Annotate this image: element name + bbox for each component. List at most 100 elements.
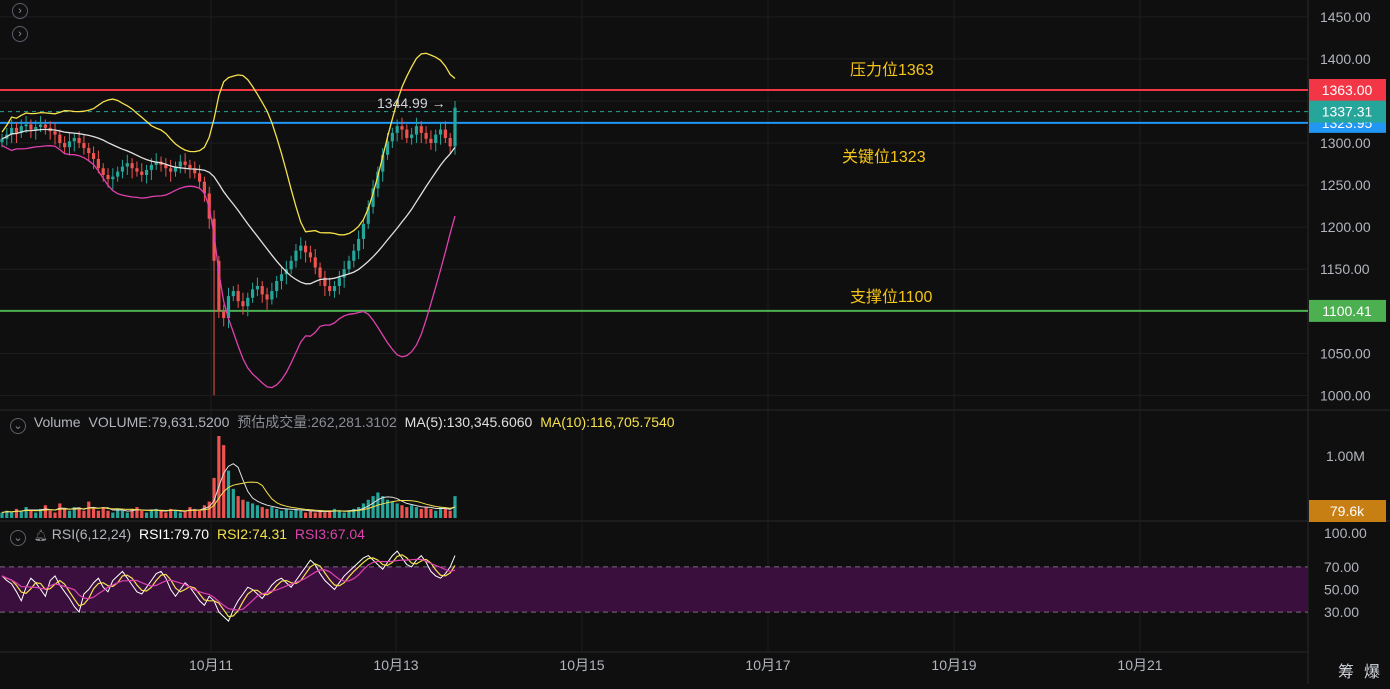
candle-body — [443, 129, 447, 138]
volume-bar — [424, 507, 428, 518]
volume-bar — [284, 508, 288, 518]
rsi-name: RSI(6,12,24) — [51, 526, 132, 542]
volume-bar — [77, 508, 81, 518]
rsi-legend: ⌄ 🔔︎ RSI(6,12,24) RSI1:79.70 RSI2:74.31 … — [10, 526, 369, 546]
volume-bar — [43, 505, 47, 518]
price-tick-label: 1050.00 — [1320, 345, 1371, 361]
candle-body — [255, 286, 260, 290]
price-chart[interactable]: 1450.00 1400.00 1300.00 1250.00 1200.00 1150.… — [0, 0, 1390, 684]
candle-body — [337, 277, 341, 287]
chart-stage[interactable]: 1450.00 1400.00 1300.00 1250.00 1200.00 1150.… — [0, 0, 1390, 684]
candle-body — [400, 126, 404, 130]
chevron-right-circle-icon[interactable]: › — [12, 26, 28, 42]
bell-icon[interactable]: 🔔︎ — [34, 530, 48, 542]
candle-body — [135, 168, 139, 172]
candle-body — [390, 132, 394, 142]
time-tick-label: 10月15 — [559, 657, 604, 673]
candle-body — [140, 171, 144, 175]
volume-bar — [140, 510, 144, 518]
volume-legend: ⌄ Volume VOLUME:79,631.5200 预估成交量:262,28… — [10, 414, 679, 434]
candle-body — [265, 294, 269, 300]
candle-body — [125, 163, 129, 167]
volume-bar — [289, 510, 293, 518]
volume-bar — [299, 510, 303, 518]
candle-body — [241, 301, 245, 307]
volume-bar — [260, 507, 264, 518]
price-tick-label: 1250.00 — [1320, 177, 1371, 193]
candle-body — [361, 223, 366, 239]
volume-bar — [135, 507, 139, 518]
volume-bar — [347, 510, 351, 518]
chevron-down-circle-icon[interactable]: ⌄ — [10, 530, 26, 546]
high-marker-value: 1344.99 — [377, 95, 428, 111]
chevron-down-circle-icon[interactable]: ⌄ — [10, 418, 26, 434]
candle-body — [352, 250, 356, 261]
volume-bar — [250, 503, 255, 518]
volume-bar — [246, 501, 250, 518]
candle-body — [294, 250, 298, 261]
volume-bar — [381, 496, 385, 518]
time-tick-label: 10月19 — [931, 657, 976, 673]
volume-bar — [106, 510, 110, 518]
candle-body — [289, 260, 293, 270]
volume-bar — [29, 510, 33, 518]
candle-body — [236, 291, 240, 302]
volume-bar — [149, 510, 153, 518]
candle-body — [332, 286, 337, 292]
candle-body — [106, 174, 110, 180]
volume-bar — [120, 510, 125, 518]
volume-ma10: MA(10):116,705.7540 — [540, 414, 675, 430]
candle-body — [419, 126, 423, 133]
volume-bar — [0, 512, 4, 518]
candle-body — [448, 137, 452, 147]
candle-body — [0, 138, 4, 143]
key-annotation: 关键位1323 — [842, 149, 926, 166]
volume-bar — [236, 496, 240, 518]
candle-body — [178, 161, 182, 167]
volume-bar — [313, 512, 317, 518]
volume-bar — [443, 508, 447, 518]
candle-body — [77, 137, 81, 144]
volume-bar — [255, 505, 260, 518]
volume-bar — [342, 512, 346, 518]
volume-bar — [24, 507, 28, 518]
candle-body — [250, 289, 255, 298]
volume-bar — [91, 508, 96, 518]
candle-body — [24, 124, 28, 127]
candle-body — [424, 132, 428, 139]
volume-bar — [429, 508, 433, 518]
volume-bar — [279, 510, 284, 518]
volume-ma5: MA(5):130,345.6060 — [404, 414, 533, 430]
time-tick-label: 10月17 — [745, 657, 790, 673]
volume-bar — [332, 508, 337, 518]
volume-last-label-text: 79.6k — [1330, 503, 1365, 519]
candle-body — [438, 129, 443, 135]
candle-body — [270, 291, 274, 300]
candle-body — [87, 148, 91, 154]
candle-body — [67, 141, 72, 148]
candle-body — [357, 238, 361, 251]
chevron-right-circle-icon[interactable]: › — [12, 3, 28, 19]
volume-bar — [270, 507, 274, 518]
candle-body — [304, 245, 308, 253]
volume-bar — [265, 508, 269, 518]
volume-bar — [241, 499, 245, 518]
resistance-price-label-text: 1363.00 — [1322, 82, 1373, 98]
volume-bar — [390, 501, 394, 518]
candle-body — [453, 107, 457, 147]
candle-body — [169, 168, 173, 172]
burst-button[interactable]: 爆 — [1364, 658, 1380, 682]
candle-body — [101, 168, 105, 175]
volume-bar — [183, 510, 187, 518]
candle-body — [395, 126, 399, 133]
volume-bar — [144, 512, 149, 518]
volume-bar — [294, 508, 298, 518]
candle-body — [96, 158, 100, 169]
volume-bar — [405, 507, 409, 518]
level-lines — [0, 89, 1308, 312]
volume-bar — [19, 510, 23, 518]
chips-button[interactable]: 筹 — [1338, 658, 1354, 682]
candle-body — [14, 127, 19, 133]
price-tick-label: 1150.00 — [1320, 261, 1370, 277]
candle-body — [260, 286, 264, 295]
